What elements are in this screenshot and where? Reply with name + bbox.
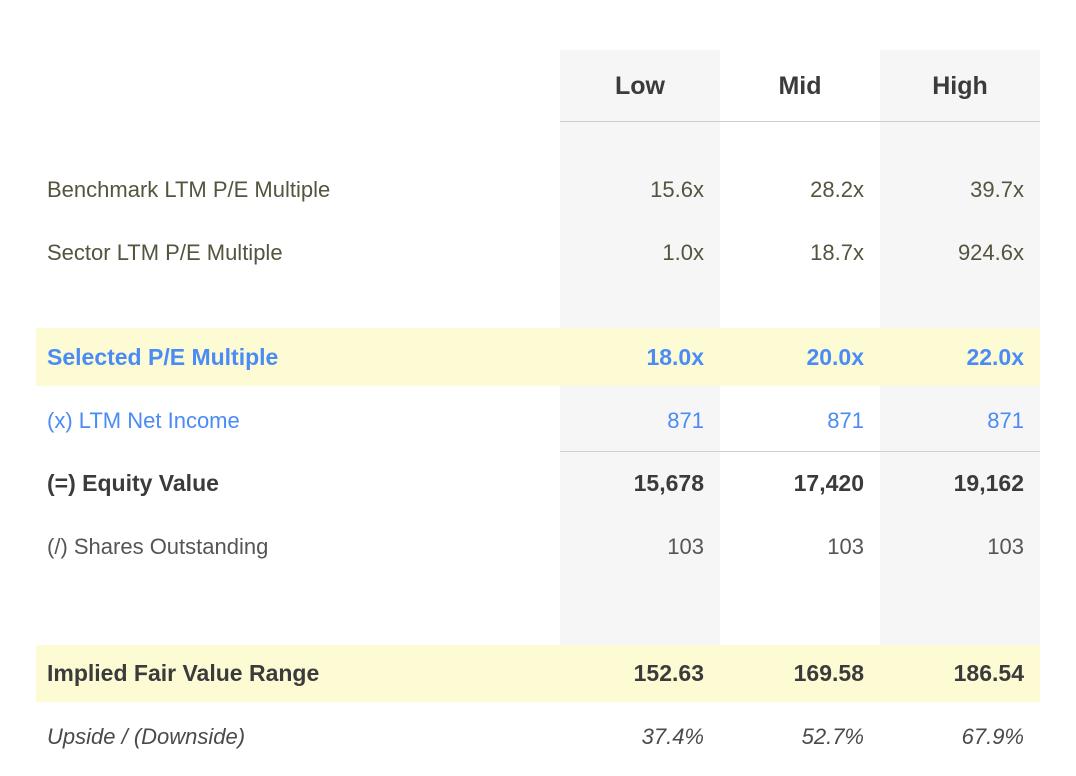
cell-ltm-net-income-high[interactable]: 871 xyxy=(880,408,1040,434)
cell-selected-pe-multiple-mid[interactable]: 20.0x xyxy=(720,344,880,371)
table-row: Upside / (Downside) 37.4% 52.7% 67.9% xyxy=(0,717,1076,757)
cell-selected-pe-multiple-high[interactable]: 22.0x xyxy=(880,344,1040,371)
row-label-selected-pe-multiple: Selected P/E Multiple xyxy=(47,343,279,370)
cell-sector-ltm-pe-multiple-high: 924.6x xyxy=(957,240,1024,265)
subtotal-separator-rule xyxy=(560,451,1040,452)
column-header-mid: Mid xyxy=(778,71,822,100)
table-row: (/) Shares Outstanding 103 103 103 xyxy=(0,527,1076,567)
cell-implied-fair-value-range-mid: 169.58 xyxy=(793,659,864,686)
table-row: (=) Equity Value 15,678 17,420 19,162 xyxy=(0,463,1076,503)
row-label-ltm-net-income: (x) LTM Net Income xyxy=(47,408,240,433)
cell-shares-outstanding-low: 103 xyxy=(667,534,704,559)
table-row: Sector LTM P/E Multiple 1.0x 18.7x 924.6… xyxy=(0,233,1076,273)
row-label-equity-value: (=) Equity Value xyxy=(47,469,219,496)
table-header-row: Low Mid High xyxy=(0,60,1076,112)
table-row: (x) LTM Net Income 871 871 871 xyxy=(0,401,1076,441)
cell-benchmark-ltm-pe-multiple-mid: 28.2x xyxy=(810,177,864,202)
cell-equity-value-mid: 17,420 xyxy=(793,469,864,496)
cell-implied-fair-value-range-low: 152.63 xyxy=(633,659,704,686)
table-row-implied-fair-value-range: Implied Fair Value Range 152.63 169.58 1… xyxy=(0,653,1076,693)
cell-upside-downside-low: 37.4% xyxy=(641,724,704,749)
cell-equity-value-low: 15,678 xyxy=(633,469,704,496)
table-row-selected-pe-multiple: Selected P/E Multiple 18.0x 20.0x 22.0x xyxy=(0,337,1076,377)
table-row: Benchmark LTM P/E Multiple 15.6x 28.2x 3… xyxy=(0,170,1076,210)
row-label-benchmark-ltm-pe-multiple: Benchmark LTM P/E Multiple xyxy=(47,177,331,202)
cell-upside-downside-high: 67.9% xyxy=(961,724,1024,749)
row-label-implied-fair-value-range: Implied Fair Value Range xyxy=(47,659,320,686)
cell-shares-outstanding-high: 103 xyxy=(987,534,1024,559)
header-separator-rule xyxy=(560,121,1040,122)
row-label-upside-downside: Upside / (Downside) xyxy=(47,724,246,749)
cell-shares-outstanding-mid: 103 xyxy=(827,534,864,559)
column-header-low: Low xyxy=(615,71,665,100)
cell-benchmark-ltm-pe-multiple-low: 15.6x xyxy=(650,177,704,202)
cell-ltm-net-income-mid[interactable]: 871 xyxy=(720,408,880,434)
cell-ltm-net-income-low[interactable]: 871 xyxy=(560,408,720,434)
row-label-sector-ltm-pe-multiple: Sector LTM P/E Multiple xyxy=(47,240,283,265)
cell-selected-pe-multiple-low[interactable]: 18.0x xyxy=(560,344,720,371)
cell-upside-downside-mid: 52.7% xyxy=(801,724,864,749)
cell-implied-fair-value-range-high: 186.54 xyxy=(953,659,1024,686)
row-label-shares-outstanding: (/) Shares Outstanding xyxy=(47,534,269,559)
column-header-high: High xyxy=(932,71,988,100)
cell-sector-ltm-pe-multiple-mid: 18.7x xyxy=(810,240,864,265)
valuation-table: Low Mid High Benchmark LTM P/E Multiple … xyxy=(0,0,1076,776)
cell-benchmark-ltm-pe-multiple-high: 39.7x xyxy=(970,177,1024,202)
cell-sector-ltm-pe-multiple-low: 1.0x xyxy=(662,240,704,265)
cell-equity-value-high: 19,162 xyxy=(953,469,1024,496)
